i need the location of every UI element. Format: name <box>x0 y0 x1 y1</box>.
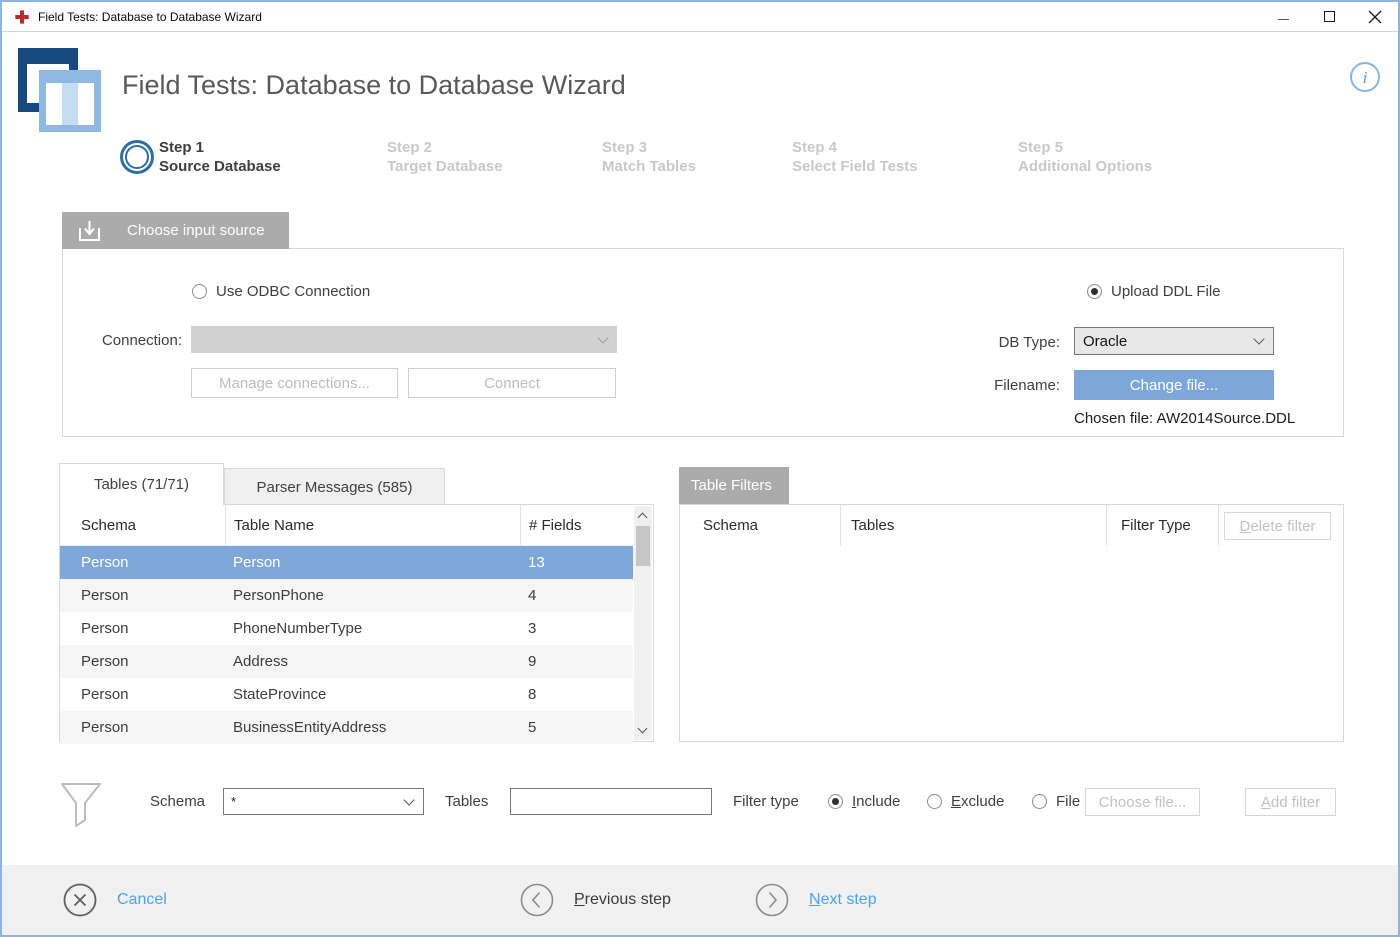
maximize-button[interactable] <box>1306 2 1352 31</box>
delete-filter-button: Delete filter <box>1224 512 1331 540</box>
table-row[interactable]: Person PersonPhone 4 <box>60 579 633 612</box>
file-radio[interactable]: File <box>1032 793 1080 810</box>
choose-file-button: Choose file... <box>1085 788 1200 816</box>
chevron-down-icon <box>1253 333 1264 344</box>
table-row[interactable]: Person Address 9 <box>60 645 633 678</box>
footer-bar: Cancel Previous step Next step <box>2 865 1398 935</box>
column-filter-type: Filter Type <box>1106 505 1218 546</box>
minimize-button[interactable] <box>1260 2 1306 31</box>
connect-button: Connect <box>408 368 616 398</box>
table-row[interactable]: Person BusinessEntityAddress 5 <box>60 711 633 744</box>
change-file-button[interactable]: Change file... <box>1074 370 1274 400</box>
input-source-section-header: Choose input source <box>62 212 289 249</box>
radio-icon <box>927 794 942 809</box>
column-fields: # Fields <box>520 505 633 545</box>
app-window: Field Tests: Database to Database Wizard… <box>0 0 1400 937</box>
column-table-name: Table Name <box>225 505 520 545</box>
tables-filter-label: Tables <box>445 793 488 810</box>
table-row[interactable]: Person PhoneNumberType 3 <box>60 612 633 645</box>
titlebar: Field Tests: Database to Database Wizard <box>2 2 1398 32</box>
scrollbar-thumb[interactable] <box>636 526 650 566</box>
radio-checked-icon <box>828 794 843 809</box>
window-title: Field Tests: Database to Database Wizard <box>38 10 262 24</box>
radio-icon <box>1032 794 1047 809</box>
connection-dropdown <box>191 326 617 353</box>
add-filter-button: Add filter <box>1245 788 1336 816</box>
column-schema: Schema <box>680 517 840 534</box>
include-radio[interactable]: Include <box>828 793 900 810</box>
db-type-dropdown[interactable]: Oracle <box>1074 327 1274 355</box>
step-2-target-database: Step 2Target Database <box>387 138 503 176</box>
chevron-left-circle-icon <box>520 883 554 917</box>
step-5-additional-options: Step 5Additional Options <box>1018 138 1152 176</box>
table-row[interactable]: Person Person 13 <box>60 546 633 579</box>
chosen-file-text: Chosen file: AW2014Source.DDL <box>1074 410 1295 427</box>
tables-rows: Person Person 13 Person PersonPhone 4 Pe… <box>60 546 653 744</box>
odbc-connection-radio[interactable]: Use ODBC Connection <box>192 283 370 300</box>
app-logo <box>18 46 102 132</box>
close-button[interactable] <box>1352 2 1398 31</box>
schema-filter-dropdown[interactable]: * <box>223 788 424 815</box>
filter-type-label: Filter type <box>733 793 799 810</box>
schema-filter-label: Schema <box>150 793 205 810</box>
step-4-select-field-tests: Step 4Select Field Tests <box>792 138 918 176</box>
tab-tables[interactable]: Tables (71/71) <box>59 463 224 505</box>
tables-panel: Schema Table Name # Fields Person Person… <box>59 504 654 742</box>
cancel-circle-icon <box>63 883 97 917</box>
download-icon <box>76 219 103 243</box>
previous-step-button[interactable]: Previous step <box>520 865 671 935</box>
radio-icon <box>192 284 207 299</box>
info-icon[interactable]: i <box>1350 62 1380 92</box>
next-step-button[interactable]: Next step <box>755 865 877 935</box>
table-filters-section-header: Table Filters <box>679 467 789 504</box>
filename-label: Filename: <box>942 377 1060 394</box>
scroll-down-icon[interactable] <box>638 724 648 734</box>
column-tables: Tables <box>840 505 1106 546</box>
tables-filter-input[interactable] <box>510 788 712 815</box>
app-cross-icon <box>14 9 30 25</box>
exclude-radio[interactable]: Exclude <box>927 793 1004 810</box>
minimize-icon <box>1278 19 1289 20</box>
manage-connections-button: Manage connections... <box>191 368 398 398</box>
tables-header-row: Schema Table Name # Fields <box>60 505 633 546</box>
close-icon <box>1368 10 1382 24</box>
upload-ddl-radio[interactable]: Upload DDL File <box>1087 283 1221 300</box>
maximize-icon <box>1324 11 1335 22</box>
cancel-button[interactable]: Cancel <box>63 865 167 935</box>
table-row[interactable]: Person StateProvince 8 <box>60 678 633 711</box>
vertical-scrollbar[interactable] <box>634 506 652 740</box>
chevron-down-icon <box>403 794 414 805</box>
step-3-match-tables: Step 3Match Tables <box>602 138 696 176</box>
step-1-source-database[interactable]: Step 1Source Database <box>159 138 281 176</box>
db-type-label: DB Type: <box>942 334 1060 351</box>
column-schema: Schema <box>60 517 225 534</box>
table-filters-panel: Schema Tables Filter Type Delete filter <box>679 504 1344 742</box>
chevron-right-circle-icon <box>755 883 789 917</box>
tab-parser-messages[interactable]: Parser Messages (585) <box>224 468 445 505</box>
radio-checked-icon <box>1087 284 1102 299</box>
chevron-down-icon <box>597 332 608 343</box>
scroll-up-icon[interactable] <box>638 513 648 523</box>
page-title: Field Tests: Database to Database Wizard <box>122 70 626 101</box>
step1-circle-icon <box>120 140 154 174</box>
funnel-icon <box>60 782 102 828</box>
connection-label: Connection: <box>62 332 182 349</box>
